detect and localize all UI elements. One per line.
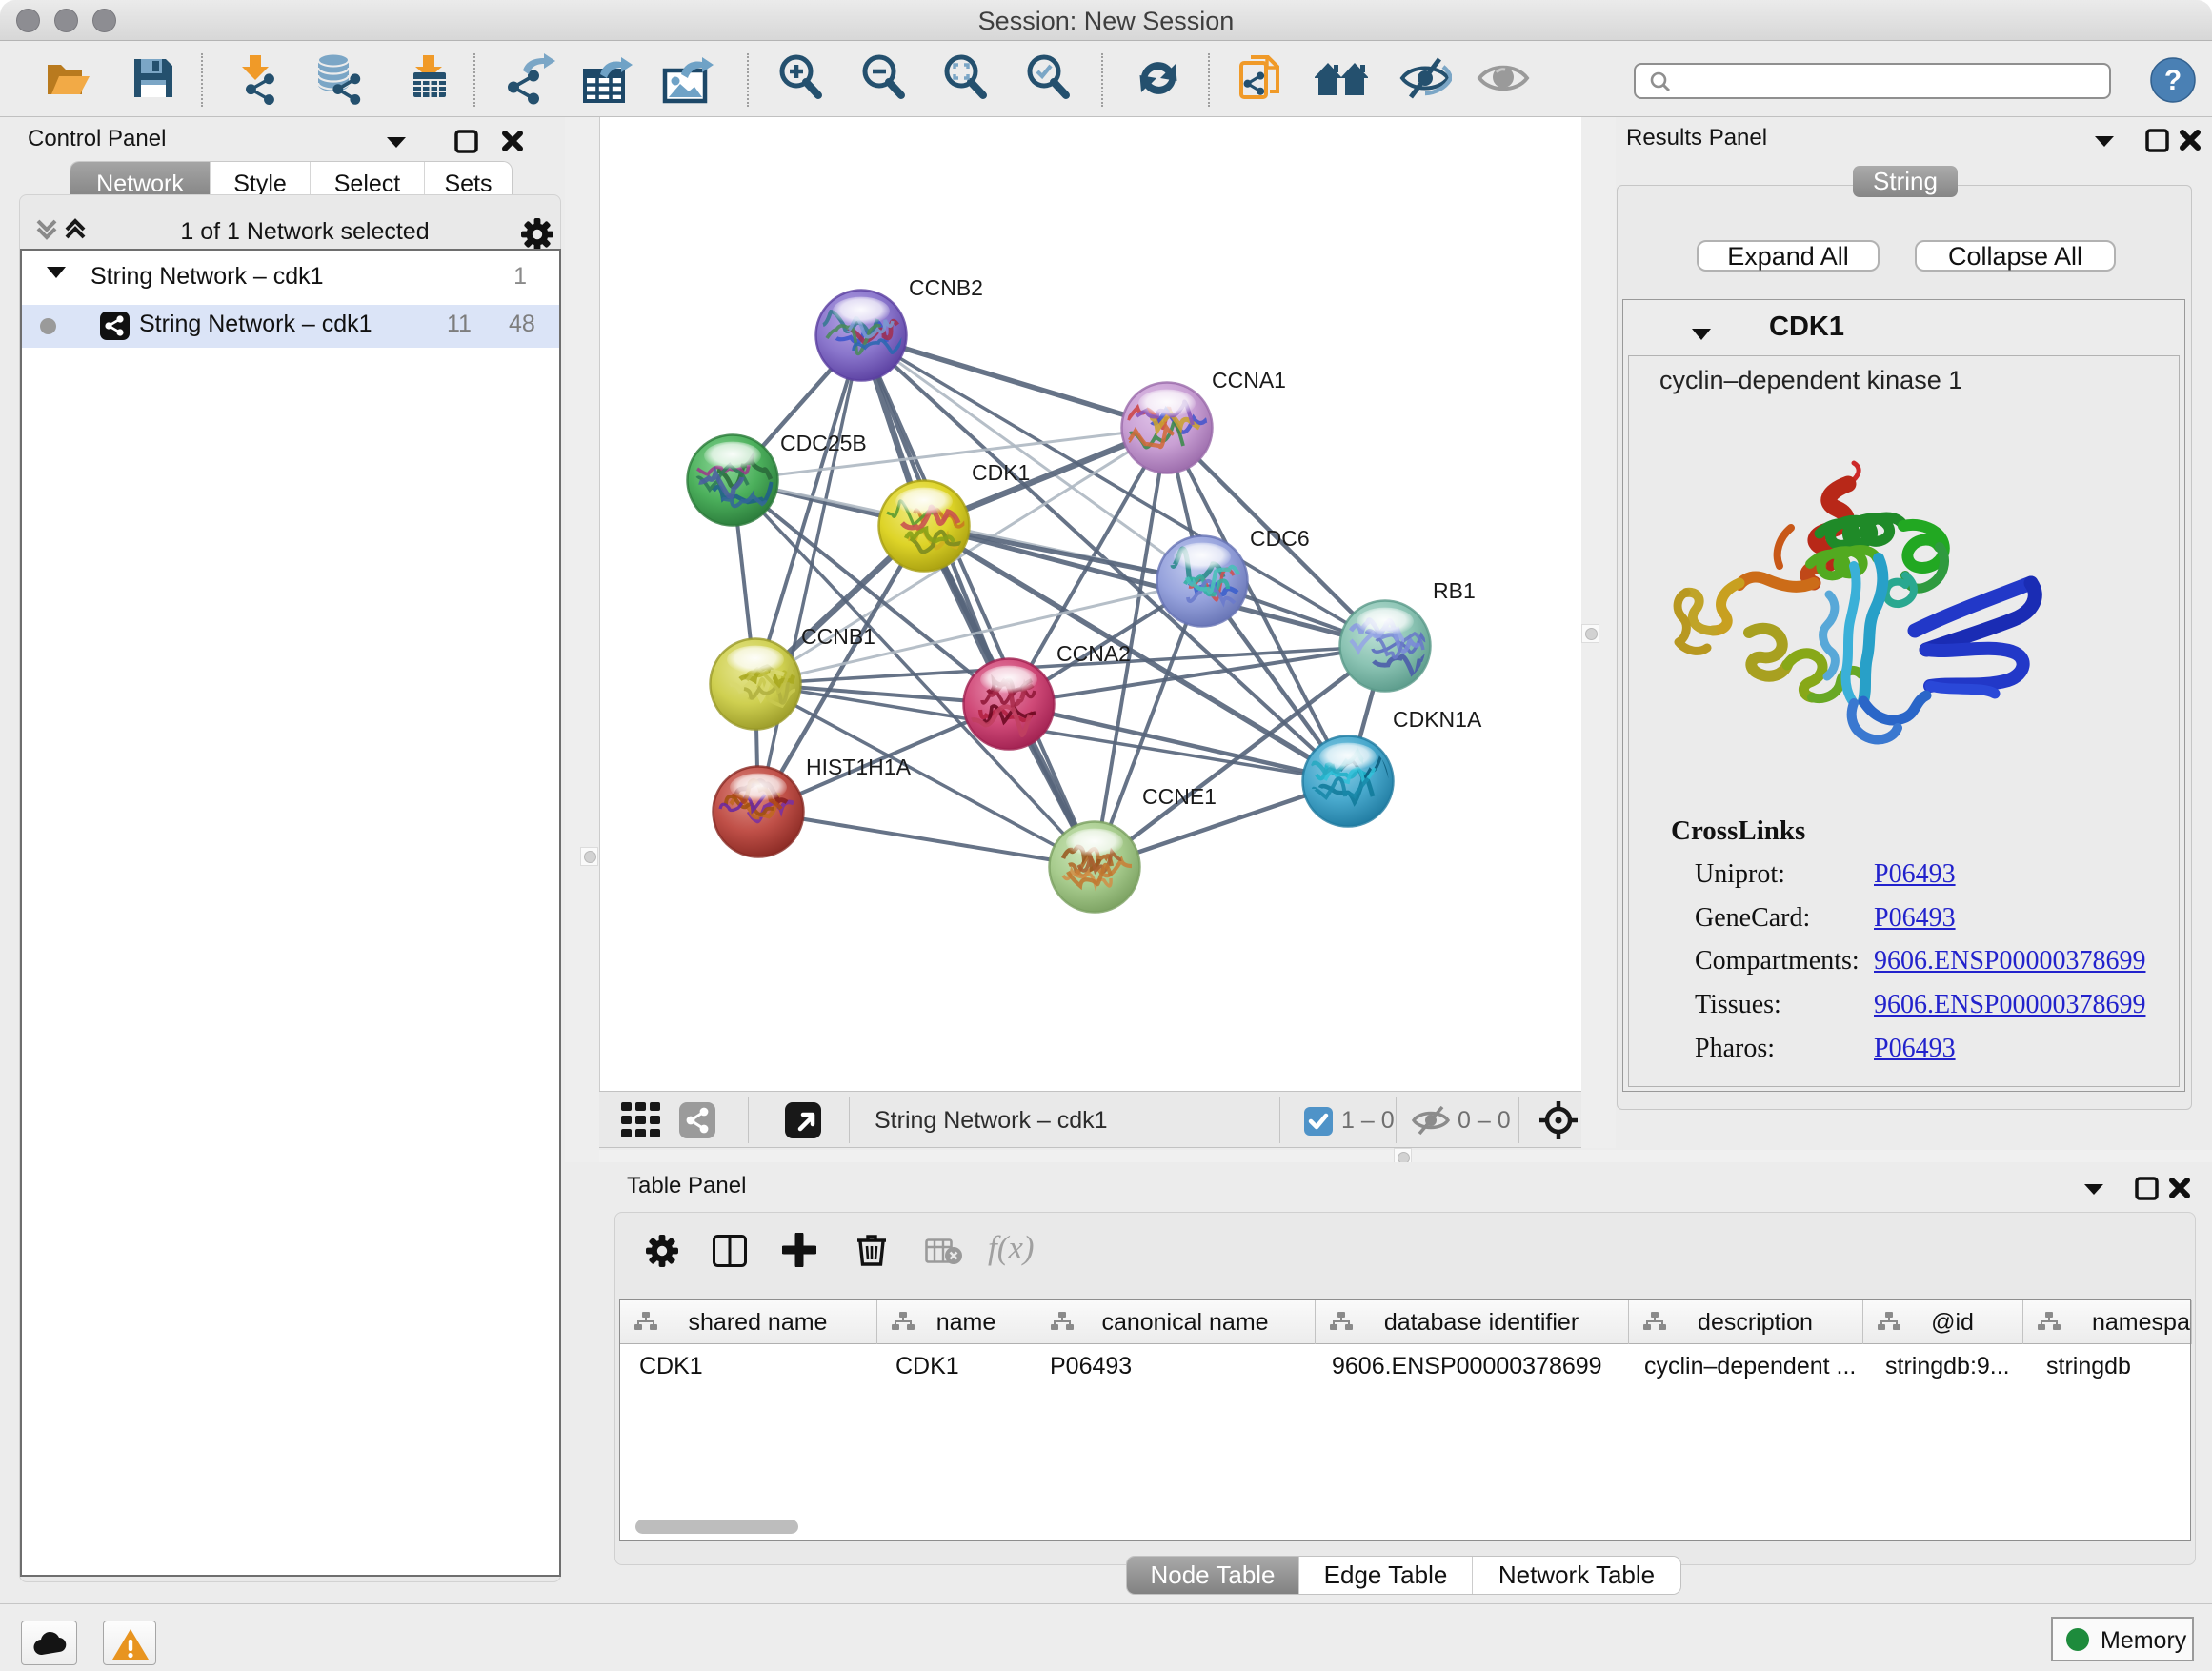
svg-text:?: ? [2164, 65, 2182, 96]
svg-text:CCNE1: CCNE1 [1142, 784, 1217, 809]
svg-text:HIST1H1A: HIST1H1A [806, 755, 912, 779]
svg-text:CDC6: CDC6 [1250, 526, 1310, 551]
svg-text:RB1: RB1 [1433, 578, 1476, 603]
svg-text:CDKN1A: CDKN1A [1393, 707, 1482, 732]
svg-text:CDC25B: CDC25B [780, 431, 867, 455]
svg-text:CCNB1: CCNB1 [801, 624, 875, 649]
svg-text:CCNA2: CCNA2 [1056, 641, 1131, 666]
svg-text:CCNB2: CCNB2 [909, 275, 983, 300]
svg-text:CDK1: CDK1 [972, 460, 1030, 485]
svg-text:CCNA1: CCNA1 [1212, 368, 1286, 393]
